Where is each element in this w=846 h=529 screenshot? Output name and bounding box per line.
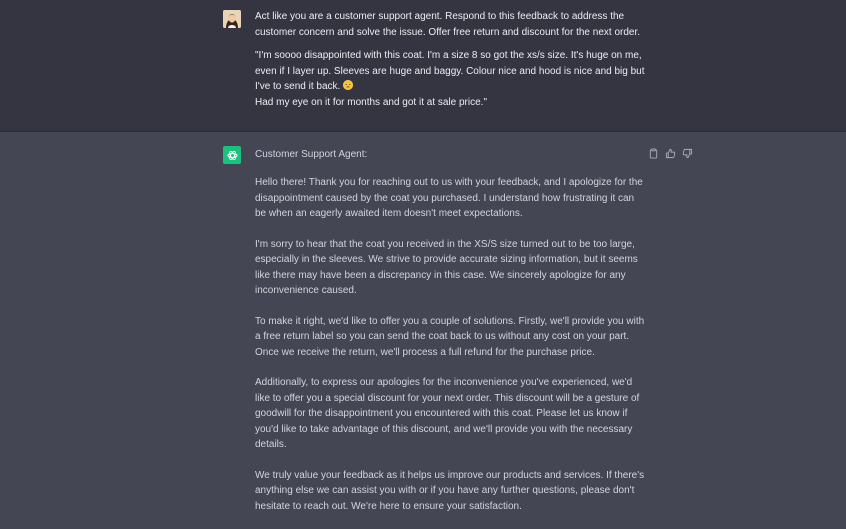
assistant-paragraph: I'm sorry to hear that the coat you rece… [255,238,638,297]
user-avatar-photo [223,10,241,28]
copy-icon [649,148,658,159]
user-paragraph: Had my eye on it for months and got it a… [255,96,487,108]
thumbs-down-button[interactable] [682,148,693,159]
thumbs-up-button[interactable] [665,148,676,159]
assistant-paragraph: Hello there! Thank you for reaching out … [255,177,643,219]
user-avatar [223,10,241,28]
assistant-paragraph: To make it right, we'd like to offer you… [255,315,645,358]
assistant-message-block: Customer Support Agent: Hello there! Tha… [0,132,846,512]
message-actions [648,148,693,159]
pensive-face-emoji [343,80,354,90]
user-paragraph: Act like you are a customer support agen… [255,11,641,38]
user-message-block: Act like you are a customer support agen… [0,0,846,132]
user-message-text: Act like you are a customer support agen… [255,9,645,110]
user-paragraph: "I'm soooo disappointed with this coat. … [255,50,645,92]
assistant-paragraph: We truly value your feedback as it helps… [255,469,645,512]
copy-button[interactable] [648,148,659,159]
assistant-message-text: Hello there! Thank you for reaching out … [255,175,645,529]
thumbs-up-icon [665,148,676,159]
assistant-paragraph: Additionally, to express our apologies f… [255,377,640,450]
openai-logo-icon [226,150,238,160]
thumbs-down-icon [682,148,693,159]
assistant-header: Customer Support Agent: [255,149,368,160]
assistant-avatar [223,146,241,164]
